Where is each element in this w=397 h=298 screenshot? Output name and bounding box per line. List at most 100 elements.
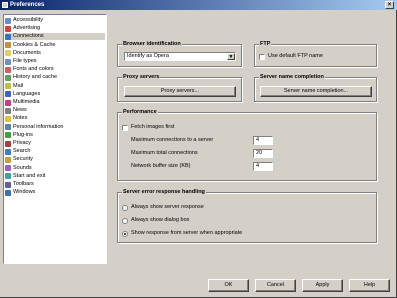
sidebar-item-label: Connections: [13, 33, 44, 40]
sidebar-item-label: Search: [13, 148, 31, 155]
sidebar-item[interactable]: Windows: [5, 189, 105, 196]
sounds-icon: [5, 165, 11, 172]
sidebar-item-label: Multimedia: [13, 99, 40, 105]
app-icon: [2, 2, 8, 8]
max-total-connections-input[interactable]: 20: [253, 149, 273, 158]
sidebar-item[interactable]: Advertising: [5, 25, 105, 32]
cookies-icon: [5, 42, 11, 49]
sidebar-item[interactable]: File types: [5, 58, 105, 65]
sidebar-item-label: Security: [13, 156, 33, 163]
accessibility-icon: [5, 17, 11, 24]
apply-button[interactable]: Apply: [302, 279, 343, 292]
max-total-connections-label: Maximum total connections: [131, 150, 198, 156]
sidebar-item[interactable]: Multimedia: [5, 99, 105, 106]
windows-icon: [5, 189, 11, 196]
search-icon: [5, 148, 11, 155]
toolbars-icon: [5, 181, 11, 188]
sidebar-item[interactable]: Accessibility: [5, 17, 105, 24]
sidebar-item[interactable]: Mail: [5, 83, 105, 90]
plugins-icon: [5, 132, 11, 139]
file-types-icon: [5, 58, 11, 65]
server-name-completion-button[interactable]: Server name completion...: [260, 86, 372, 97]
sidebar-item[interactable]: Start and exit: [5, 173, 105, 180]
multimedia-icon: [5, 99, 11, 106]
when-appropriate-radio[interactable]: [122, 231, 128, 237]
sidebar-item-label: Advertising: [13, 25, 41, 32]
sidebar-item-label: Languages: [13, 90, 41, 97]
browser-identification-value: Identify as Opera: [127, 53, 169, 59]
security-icon: [5, 156, 11, 163]
sidebar-item-label: Sounds: [13, 164, 32, 171]
sidebar-item-label: Documents: [13, 49, 41, 56]
server-error-label: Server error response handling: [122, 189, 206, 196]
fetch-images-checkbox[interactable]: [122, 125, 128, 131]
personal-info-icon: [5, 124, 11, 131]
proxy-servers-button[interactable]: Proxy servers...: [124, 86, 236, 97]
advertising-icon: [5, 25, 11, 32]
sidebar-item[interactable]: Documents: [5, 50, 105, 57]
ftp-default-name-checkbox[interactable]: [259, 54, 265, 60]
sidebar-item[interactable]: Privacy: [5, 140, 105, 147]
sidebar-item-label: Mail: [13, 82, 24, 89]
preferences-window: Preferences × Accessibility Advertising Co…: [0, 0, 397, 298]
ok-button[interactable]: OK: [208, 279, 249, 292]
performance-label: Performance: [122, 109, 158, 116]
proxy-servers-label: Proxy servers: [122, 74, 161, 81]
sidebar-item-label: History and cache: [13, 74, 58, 81]
ftp-default-name-label: Use default FTP name: [268, 53, 323, 59]
start-exit-icon: [5, 173, 11, 180]
sidebar-item[interactable]: Languages: [5, 91, 105, 98]
close-button[interactable]: ×: [385, 1, 394, 9]
sidebar-item-label: Toolbars: [13, 181, 34, 187]
sidebar-item-label: Accessibility: [13, 17, 43, 23]
sidebar-item-label: Start and exit: [13, 172, 46, 179]
ftp-label: FTP: [259, 41, 272, 48]
mail-icon: [5, 83, 11, 90]
performance-group: Performance: [117, 109, 377, 181]
max-connections-server-input[interactable]: 4: [253, 136, 273, 145]
window-title: Preferences: [10, 2, 45, 8]
network-buffer-size-input[interactable]: 4: [253, 162, 273, 171]
documents-icon: [5, 50, 11, 57]
server-name-completion-label: Server name completion: [259, 74, 325, 81]
help-button[interactable]: Help: [349, 279, 390, 292]
sidebar-item[interactable]: Notes: [5, 115, 105, 122]
sidebar-item-label: Plug-ins: [13, 131, 33, 138]
sidebar-item[interactable]: History and cache: [5, 74, 105, 81]
dialog-box-label: Always show dialog box: [131, 217, 190, 223]
sidebar-item[interactable]: Search: [5, 148, 105, 155]
sidebar-item[interactable]: Toolbars: [5, 181, 105, 188]
sidebar-item-label: Fonts and colors: [13, 66, 54, 73]
browser-identification-select[interactable]: Identify as Opera ▼: [124, 52, 236, 61]
when-appropriate-label: Show response from server when appropria…: [131, 230, 243, 236]
privacy-icon: [5, 140, 11, 147]
sidebar-item-label: Windows: [13, 189, 36, 196]
sidebar-item[interactable]: Cookies & Cache: [5, 42, 105, 49]
cancel-button[interactable]: Cancel: [255, 279, 296, 292]
sidebar-item-label: Cookies & Cache: [13, 41, 56, 48]
sidebar-item[interactable]: News: [5, 107, 105, 114]
sidebar-item-label: Notes: [13, 115, 28, 122]
sidebar-item[interactable]: Security: [5, 156, 105, 163]
sidebar-item-label: Personal information: [13, 123, 64, 130]
sidebar-item-label: Privacy: [13, 140, 32, 146]
dialog-box-radio[interactable]: [122, 218, 128, 224]
max-connections-server-label: Maximum connections to a server: [131, 137, 214, 143]
server-response-label: Always show server response: [131, 204, 204, 210]
sidebar-item[interactable]: Fonts and colors: [5, 66, 105, 73]
sidebar-item[interactable]: Connections: [5, 33, 105, 41]
title-bar[interactable]: Preferences ×: [0, 0, 397, 10]
chevron-down-icon[interactable]: ▼: [227, 53, 235, 60]
sidebar-item-label: News: [13, 107, 27, 114]
network-buffer-size-label: Network buffer size (KB): [131, 163, 191, 169]
server-response-radio[interactable]: [122, 205, 128, 211]
history-icon: [5, 74, 11, 81]
sidebar-item[interactable]: Plug-ins: [5, 132, 105, 139]
category-list[interactable]: Accessibility Advertising Connections Cooki…: [3, 14, 107, 264]
sidebar-item[interactable]: Personal information: [5, 124, 105, 131]
sidebar-item[interactable]: Sounds: [5, 165, 105, 172]
sidebar-item-label: File types: [13, 58, 37, 64]
fetch-images-label: Fetch images first: [131, 124, 175, 130]
notes-icon: [5, 115, 11, 122]
browser-identification-label: Browser identification: [122, 41, 182, 48]
